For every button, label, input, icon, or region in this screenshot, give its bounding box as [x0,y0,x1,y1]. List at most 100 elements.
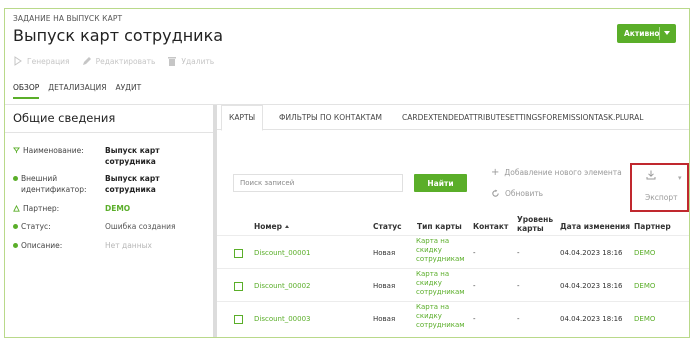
prop-status-value: Ошибка создания [105,222,176,231]
table-row[interactable]: Discount_00002 Новая Карта на скидку сот… [217,268,689,301]
pencil-icon [82,57,91,65]
col-partner[interactable]: Партнер [634,222,671,231]
row-checkbox[interactable] [234,282,243,291]
prop-name-value: Выпуск карт сотрудника [105,146,160,166]
card-type-link[interactable]: Карта на скидку сотрудникам [416,237,472,264]
bullet-icon [13,243,18,248]
col-contact[interactable]: Контакт [473,222,508,231]
prop-description: Описание: Нет данных [13,240,205,251]
cards-panel: КАРТЫ ФИЛЬТРЫ ПО КОНТАКТАМ CARDEXTENDEDA… [217,105,689,337]
add-element-label: Добавление нового элемента [504,168,622,177]
card-status: Новая [373,315,396,323]
card-number-link[interactable]: Discount_00002 [254,282,311,291]
card-partner-link[interactable]: DEMO [634,315,655,324]
delete-button[interactable]: Удалить [167,56,214,66]
col-card-level[interactable]: Уровень карты [517,215,555,233]
card-modified-date: 04.04.2023 18:16 [560,315,623,323]
prop-name-key: Наименование: [13,145,105,167]
sort-asc-icon [285,225,290,228]
add-element-button[interactable]: + Добавление нового элемента [491,167,622,178]
card-partner-link[interactable]: DEMO [634,249,655,258]
prop-external-id: Внешний идентификатор: Выпуск карт сотру… [13,173,205,195]
prop-description-label: Описание: [21,241,63,250]
prop-description-value: Нет данных [105,241,152,250]
card-contact: - [473,282,476,290]
prop-name: Наименование: Выпуск карт сотрудника [13,145,205,167]
card-level: - [517,249,520,257]
subtab-extended-attributes[interactable]: CARDEXTENDEDATTRIBUTESETTINGSFOREMISSION… [402,113,643,122]
row-checkbox[interactable] [234,249,243,258]
generate-label: Генерация [27,56,70,66]
bullet-icon [13,176,18,181]
col-number[interactable]: Номер [254,222,290,231]
subtab-contact-filters[interactable]: ФИЛЬТРЫ ПО КОНТАКТАМ [279,113,382,122]
prop-external-id-key: Внешний идентификатор: [13,173,105,195]
tab-details[interactable]: ДЕТАЛИЗАЦИЯ [48,83,106,99]
overview-heading: Общие сведения [13,111,116,125]
status-dropdown-button[interactable]: Активно [617,24,676,43]
partner-link[interactable]: DEMO [105,203,205,214]
edit-button[interactable]: Редактировать [82,56,156,66]
edit-label: Редактировать [95,56,156,66]
page-supertitle: ЗАДАНИЕ НА ВЫПУСК КАРТ [13,14,123,23]
card-number-link[interactable]: Discount_00003 [254,315,311,324]
col-status[interactable]: Статус [373,222,402,231]
overview-panel: Общие сведения Наименование: Выпуск карт… [5,105,213,337]
play-icon [14,56,22,66]
table-row[interactable]: Discount_00003 Новая Карта на скидку сот… [217,301,689,334]
tab-audit[interactable]: АУДИТ [115,83,141,99]
card-modified-date: 04.04.2023 18:16 [560,282,623,290]
chevron-down-icon [664,31,670,35]
trash-icon [168,57,177,66]
prop-status-label: Статус: [21,222,51,231]
toolbar: Генерация Редактировать Удалить [13,55,214,67]
refresh-button[interactable]: Обновить [491,189,543,198]
card-level: - [517,315,520,323]
bullet-icon [13,224,18,229]
export-label: Экспорт [645,193,678,202]
prop-partner-key: Партнер: [13,203,105,214]
cards-subtabs: КАРТЫ ФИЛЬТРЫ ПО КОНТАКТАМ CARDEXTENDEDA… [217,105,689,131]
prop-external-id-value: Выпуск карт сотрудника [105,174,160,194]
app-window: ЗАДАНИЕ НА ВЫПУСК КАРТ Выпуск карт сотру… [4,8,690,338]
prop-partner-label: Партнер: [23,204,60,213]
card-type-link[interactable]: Карта на скидку сотрудникам [416,270,472,297]
prop-external-id-label: Внешний идентификатор: [21,174,87,194]
card-partner-link[interactable]: DEMO [634,282,655,291]
download-icon [646,170,656,180]
subtab-cards[interactable]: КАРТЫ [221,105,264,131]
card-status: Новая [373,282,396,290]
col-card-type[interactable]: Тип карты [417,222,462,231]
prop-status-key: Статус: [13,221,105,232]
card-contact: - [473,315,476,323]
card-type-link[interactable]: Карта на скидку сотрудникам [416,303,472,330]
prop-name-label: Наименование: [23,146,84,155]
card-number-link[interactable]: Discount_00001 [254,249,311,258]
status-label: Активно [624,29,660,38]
export-button[interactable]: Экспорт [630,163,689,212]
search-input[interactable]: Поиск записей [233,174,403,192]
row-checkbox[interactable] [234,315,243,324]
card-status: Новая [373,249,396,257]
refresh-icon [492,189,499,197]
status-separator [659,27,660,40]
card-modified-date: 04.04.2023 18:16 [560,249,623,257]
col-modified-date[interactable]: Дата изменения [560,222,630,231]
generate-button[interactable]: Генерация [13,56,70,66]
more-actions-chevron-icon[interactable]: ▾ [678,174,682,182]
overview-divider [5,132,213,133]
tab-overview[interactable]: ОБЗОР [13,83,40,99]
partner-icon [13,205,20,212]
prop-status: Статус: Ошибка создания [13,221,205,232]
search-button[interactable]: Найти [414,174,467,192]
delete-label: Удалить [181,56,215,66]
type-icon [13,147,20,154]
main-tabs: ОБЗОР ДЕТАЛИЗАЦИЯ АУДИТ [13,83,141,99]
table-row[interactable]: Discount_00001 Новая Карта на скидку сот… [217,235,689,268]
page-title: Выпуск карт сотрудника [13,26,224,45]
card-level: - [517,282,520,290]
card-contact: - [473,249,476,257]
prop-partner: Партнер: DEMO [13,203,205,214]
plus-icon: + [491,167,500,178]
prop-description-key: Описание: [13,240,105,251]
